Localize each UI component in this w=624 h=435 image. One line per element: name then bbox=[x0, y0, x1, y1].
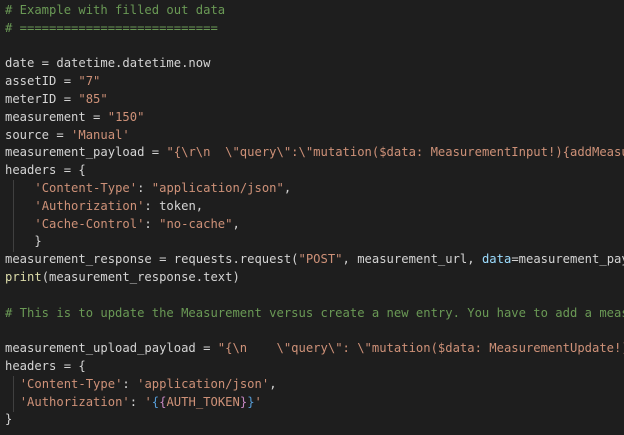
code-line[interactable]: # Example with filled out data bbox=[5, 2, 624, 20]
code-line[interactable]: measurement_payload = "{\r\n \"query\":\… bbox=[5, 144, 624, 162]
code-line[interactable]: meterID = "85" bbox=[5, 91, 624, 109]
code-token: "150" bbox=[107, 109, 145, 124]
code-token: # Example with filled out data bbox=[5, 3, 226, 17]
code-token: # =========================== bbox=[5, 20, 218, 35]
code-line[interactable]: # This is to update the Measurement vers… bbox=[5, 305, 624, 323]
code-token: "no-cache" bbox=[159, 216, 233, 231]
code-line[interactable]: 'Authorization': token, bbox=[5, 198, 624, 216]
code-token: print bbox=[5, 269, 42, 284]
code-token: ' bbox=[254, 394, 262, 409]
code-token: assetID = bbox=[5, 74, 79, 89]
code-line[interactable]: 'Cache-Control': "no-cache", bbox=[5, 216, 624, 234]
code-token: 'Authorization' bbox=[19, 394, 130, 409]
code-token: "7" bbox=[78, 74, 101, 89]
code-token: } bbox=[247, 394, 255, 409]
code-token: # This is to update the Measurement vers… bbox=[5, 305, 624, 320]
code-line[interactable]: assetID = "7" bbox=[5, 73, 624, 91]
code-line[interactable]: print(measurement_response.text) bbox=[5, 269, 624, 287]
code-content[interactable]: # Example with filled out data # ========… bbox=[5, 2, 624, 429]
code-line[interactable]: } bbox=[5, 233, 624, 251]
code-line[interactable] bbox=[5, 38, 624, 56]
code-token: "{\n \"query\": \"mutation($data: Measur… bbox=[217, 341, 624, 356]
code-token: , bbox=[283, 180, 292, 195]
code-token: measurement = bbox=[5, 109, 108, 124]
code-token: meterID = bbox=[5, 91, 79, 106]
code-line[interactable]: # =========================== bbox=[5, 20, 624, 38]
code-token: source = bbox=[5, 127, 72, 142]
code-token: "{\r\n \"query\":\"mutation($data: Measu… bbox=[166, 145, 624, 160]
code-token: , bbox=[232, 216, 240, 231]
code-line[interactable]: headers = { bbox=[5, 162, 624, 180]
code-line[interactable]: } bbox=[5, 411, 624, 429]
code-token: , bbox=[269, 376, 277, 391]
code-line[interactable]: 'Authorization': '{{AUTH_TOKEN}}' bbox=[5, 394, 624, 412]
code-token: 'Content-Type' bbox=[19, 376, 123, 391]
code-token: : bbox=[122, 376, 138, 391]
code-token: } bbox=[5, 412, 13, 427]
code-token: 'Manual' bbox=[71, 127, 130, 142]
code-token: 'Cache-Control' bbox=[34, 216, 145, 231]
code-line[interactable]: 'Content-Type': "application/json", bbox=[5, 180, 624, 198]
code-token: : bbox=[144, 216, 160, 231]
code-token: measurement_response = requests.request( bbox=[5, 252, 299, 267]
code-token: measurement_payload = bbox=[5, 145, 167, 160]
code-token: "85" bbox=[78, 91, 108, 106]
code-line[interactable]: date = datetime.datetime.now bbox=[5, 55, 624, 73]
code-token: : token, bbox=[144, 198, 204, 213]
code-line[interactable]: measurement_upload_payload = "{\n \"quer… bbox=[5, 340, 624, 358]
code-line[interactable] bbox=[5, 322, 624, 340]
code-token: date = datetime.datetime.now bbox=[5, 56, 211, 71]
code-line[interactable]: source = 'Manual' bbox=[5, 127, 624, 145]
code-token: "POST" bbox=[298, 252, 343, 267]
code-token: } bbox=[5, 234, 42, 249]
code-token: data bbox=[481, 252, 512, 267]
code-line[interactable] bbox=[5, 287, 624, 305]
code-line[interactable]: 'Content-Type': 'application/json', bbox=[5, 376, 624, 394]
code-token: headers = { bbox=[5, 163, 86, 178]
code-token: =measurement_payl bbox=[511, 252, 624, 267]
code-line[interactable]: measurement_response = requests.request(… bbox=[5, 251, 624, 269]
code-token: : bbox=[129, 394, 145, 409]
code-token: AUTH_TOKEN bbox=[166, 394, 240, 409]
code-line[interactable]: measurement = "150" bbox=[5, 109, 624, 127]
code-token: 'application/json' bbox=[137, 376, 270, 391]
code-editor[interactable]: # Example with filled out data # ========… bbox=[0, 0, 624, 435]
code-line[interactable]: headers = { bbox=[5, 358, 624, 376]
code-token: "application/json" bbox=[151, 180, 284, 195]
code-token: measurement_upload_payload = bbox=[5, 341, 218, 356]
code-token: : bbox=[137, 180, 152, 195]
code-token: , measurement_url, bbox=[342, 252, 482, 267]
code-token: headers = { bbox=[5, 358, 86, 373]
code-token: (measurement_response.text) bbox=[41, 269, 240, 284]
code-token: 'Content-Type' bbox=[34, 180, 138, 195]
code-token: 'Authorization' bbox=[34, 198, 145, 213]
code-token: ' bbox=[144, 394, 152, 409]
